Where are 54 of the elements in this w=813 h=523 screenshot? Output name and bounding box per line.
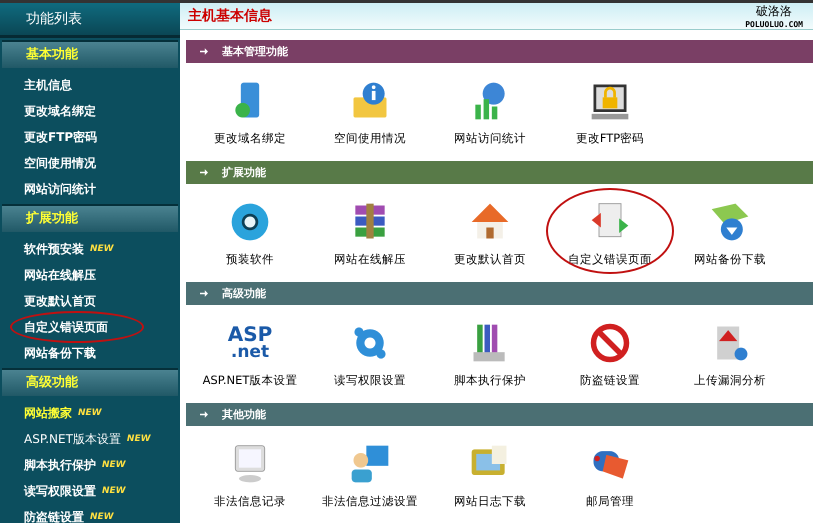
arrow-icon: [200, 411, 208, 418]
feature-link[interactable]: 脚本执行保护: [454, 372, 526, 388]
sidebar-item[interactable]: 网站搬家: [24, 404, 72, 422]
sidebar-section-header: 基本功能: [2, 40, 178, 68]
section-title: 高级功能: [222, 286, 266, 301]
feature-link[interactable]: 预装软件: [226, 252, 274, 266]
sidebar-item[interactable]: 更改FTP密码: [24, 128, 98, 146]
sidebar-item[interactable]: 网站在线解压: [24, 266, 96, 284]
sidebar-item[interactable]: 读写权限设置: [24, 482, 96, 500]
section-title: 基本管理功能: [222, 44, 288, 59]
new-label: NEW: [90, 244, 114, 254]
sidebar-item[interactable]: 主机信息: [24, 76, 72, 94]
sidebar-title: 功能列表: [0, 3, 180, 38]
new-label: NEW: [102, 486, 126, 496]
arrow-icon: [200, 169, 208, 176]
sidebar-item[interactable]: 防盗链设置: [24, 508, 84, 523]
feature-link[interactable]: 空间使用情况: [334, 130, 406, 146]
sidebar-item[interactable]: 更改默认首页: [24, 292, 96, 310]
feature-link[interactable]: 邮局管理: [586, 494, 634, 508]
sidebar-item[interactable]: 更改域名绑定: [24, 102, 96, 120]
new-label: NEW: [126, 434, 151, 444]
feature-link[interactable]: 网站备份下载: [694, 252, 766, 266]
feature-link[interactable]: 上传漏洞分析: [694, 372, 766, 388]
arrow-icon: [200, 48, 208, 55]
logo-text: 破洛洛: [756, 3, 792, 20]
logo-domain: POLUOLUO.COM: [745, 20, 803, 29]
sidebar-item[interactable]: 脚本执行保护: [24, 456, 96, 474]
feature-link[interactable]: 网站访问统计: [454, 130, 526, 146]
feature-link[interactable]: 读写权限设置: [334, 372, 406, 388]
asp-net-logo[interactable]: ASP .net: [228, 320, 272, 364]
section-title: 其他功能: [222, 407, 266, 422]
feature-link[interactable]: 更改默认首页: [454, 252, 526, 266]
feature-link[interactable]: 更改FTP密码: [576, 130, 644, 146]
feature-link[interactable]: 防盗链设置: [580, 372, 640, 388]
sidebar-item[interactable]: 软件预安装: [24, 240, 84, 258]
sidebar-item[interactable]: 自定义错误页面: [24, 318, 108, 336]
feature-link[interactable]: 更改域名绑定: [214, 130, 286, 146]
new-label: NEW: [90, 512, 114, 522]
sidebar-item[interactable]: ASP.NET版本设置: [24, 430, 121, 448]
arrow-icon: [200, 290, 208, 297]
feature-link[interactable]: ASP.NET版本设置: [202, 372, 298, 388]
new-label: NEW: [102, 460, 126, 470]
feature-link[interactable]: 网站日志下载: [454, 494, 526, 508]
sidebar-item[interactable]: 空间使用情况: [24, 154, 96, 172]
feature-link[interactable]: 非法信息过滤设置: [322, 494, 418, 508]
section-title: 扩展功能: [222, 165, 266, 180]
sidebar-section-header: 扩展功能: [2, 204, 178, 232]
new-label: NEW: [78, 408, 102, 418]
feature-link[interactable]: 网站在线解压: [334, 252, 406, 266]
sidebar-item[interactable]: 网站备份下载: [24, 344, 96, 362]
page-title: 主机基本信息: [188, 7, 272, 25]
sidebar-item[interactable]: 网站访问统计: [24, 180, 96, 198]
feature-link[interactable]: 非法信息记录: [214, 494, 286, 508]
sidebar-section-header: 高级功能: [2, 368, 178, 396]
